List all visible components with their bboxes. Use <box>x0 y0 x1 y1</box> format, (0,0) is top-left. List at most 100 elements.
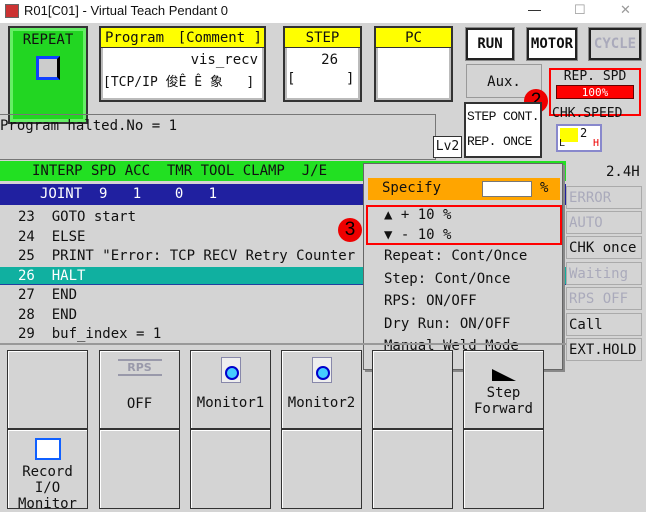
step-bracket: [ ] <box>287 71 355 87</box>
code-line[interactable]: 27 END <box>18 287 77 303</box>
step-cont-label: STEP CONT. <box>467 109 540 124</box>
annotation-3: 3 <box>338 218 362 242</box>
menu-item-plus-10[interactable]: ▲ + 10 % <box>384 207 451 223</box>
message-area: Program halted.No = 1 <box>0 114 436 160</box>
code-line[interactable]: 28 END <box>18 307 77 323</box>
step-header: STEP <box>285 28 360 48</box>
program-comment: [TCP/IP 俊Ê Ê 象 ] <box>103 75 255 90</box>
program-name: vis_recv <box>190 52 258 68</box>
speed-popup-menu[interactable]: Specify % ▲ + 10 % ▼ - 10 % Repeat: Cont… <box>363 163 563 370</box>
specify-input[interactable] <box>482 181 532 197</box>
record-monitor-icon <box>34 438 61 460</box>
step-forward-label-1: Step <box>486 385 521 401</box>
program-panel[interactable]: Program [Comment ] vis_recv [TCP/IP 俊Ê Ê… <box>99 26 266 102</box>
chk-speed-high: H <box>592 138 599 149</box>
specify-row[interactable]: Specify % <box>368 178 560 200</box>
function-key-blank-6[interactable] <box>372 429 453 509</box>
menu-item[interactable]: Repeat: Cont/Once <box>384 248 527 264</box>
step-forward-button[interactable]: Step Forward <box>463 350 544 429</box>
line-text: buf_index = 1 <box>51 326 162 342</box>
specify-label: Specify <box>382 180 442 196</box>
repeat-icon <box>36 56 60 80</box>
menu-item[interactable]: RPS: ON/OFF <box>384 293 477 309</box>
pc-header: PC <box>376 28 451 48</box>
code-line[interactable]: 25 PRINT "Error: TCP RECV Retry Counter … <box>18 248 380 264</box>
app-icon <box>5 4 19 18</box>
status-button-ext-hold[interactable]: EXT.HOLD <box>566 338 642 361</box>
specify-unit: % <box>540 180 549 196</box>
code-line[interactable]: 26 HALT <box>18 268 85 284</box>
step-forward-icon <box>491 369 516 381</box>
function-key-blank-4[interactable] <box>190 429 271 509</box>
step-value: 26 <box>321 52 338 68</box>
status-button-error[interactable]: ERROR <box>566 186 642 209</box>
line-number: 24 <box>18 228 35 245</box>
line-text: GOTO start <box>51 209 137 225</box>
record-io-monitor-button[interactable]: Record I/O Monitor <box>7 429 88 512</box>
code-line[interactable]: 24 ELSE <box>18 229 85 245</box>
rps-icon: RPS <box>117 359 162 376</box>
step-forward-label-2: Forward <box>473 401 533 417</box>
motor-button[interactable]: MOTOR <box>526 27 578 61</box>
minimize-button[interactable]: — <box>528 2 541 17</box>
rep-once-label: REP. ONCE <box>467 134 532 149</box>
monitor1-button[interactable]: Monitor1 <box>190 350 271 429</box>
rep-spd-value: 100% <box>556 85 634 99</box>
rps-off-button[interactable]: RPS OFF <box>99 350 180 429</box>
line-number: 29 <box>18 326 35 342</box>
close-button[interactable]: ✕ <box>620 2 631 18</box>
monitor1-label: Monitor1 <box>196 395 265 411</box>
pc-panel[interactable]: PC <box>374 26 453 102</box>
divider-bottom <box>0 343 566 345</box>
line-number: 28 <box>18 306 35 323</box>
message-text: Program halted.No = 1 <box>0 118 178 134</box>
status-button-auto[interactable]: AUTO <box>566 211 642 234</box>
line-text: END <box>51 306 78 323</box>
window-title: R01[C01] - Virtual Teach Pendant 0 <box>24 3 229 18</box>
status-button-rps-off[interactable]: RPS OFF <box>566 287 642 310</box>
function-key-blank-3[interactable] <box>99 429 180 509</box>
repeat-mode-button[interactable]: REPEAT <box>8 26 88 124</box>
rps-label: OFF <box>126 396 153 412</box>
status-button-waiting[interactable]: Waiting <box>566 262 642 285</box>
code-line[interactable]: 23 GOTO start <box>18 209 136 225</box>
mode-label: REPEAT <box>22 32 74 48</box>
step-panel[interactable]: STEP 26 [ ] <box>283 26 362 102</box>
status-button-chk-once[interactable]: CHK once <box>566 236 642 259</box>
line-text: ELSE <box>51 228 86 245</box>
cycle-time: 2.4H <box>606 164 640 180</box>
monitor-icon <box>220 357 241 383</box>
line-text: END <box>51 287 78 303</box>
record-label-2: Monitor <box>17 496 77 512</box>
chk-speed-low: L <box>559 138 566 149</box>
step-cont-button[interactable]: STEP CONT. REP. ONCE <box>464 102 542 158</box>
status-button-call-mm-c[interactable]: Call mm_c <box>566 313 642 355</box>
run-button[interactable]: RUN <box>465 27 515 61</box>
maximize-button[interactable]: ☐ <box>574 2 586 18</box>
line-text: PRINT "Error: TCP RECV Retry Counter Ex <box>51 248 381 264</box>
level-indicator: Lv2 <box>433 136 462 158</box>
chk-speed-gauge[interactable]: 2 L H <box>556 124 602 152</box>
cycle-button[interactable]: CYCLE <box>588 27 642 61</box>
title-bar: R01[C01] - Virtual Teach Pendant 0 — ☐ ✕ <box>0 0 646 23</box>
monitor2-button[interactable]: Monitor2 <box>281 350 362 429</box>
function-key-blank-1[interactable] <box>7 350 88 429</box>
menu-item-minus-10[interactable]: ▼ - 10 % <box>384 227 451 243</box>
program-header: Program <box>105 30 165 46</box>
record-label-1: Record I/O <box>22 464 73 496</box>
line-text: HALT <box>51 267 86 284</box>
menu-item[interactable]: Dry Run: ON/OFF <box>384 316 510 332</box>
line-number: 27 <box>18 287 35 303</box>
line-number: 23 <box>18 209 35 225</box>
function-key-blank-2[interactable] <box>372 350 453 429</box>
menu-item[interactable]: Step: Cont/Once <box>384 271 510 287</box>
code-line[interactable]: 29 buf_index = 1 <box>18 326 161 342</box>
function-key-blank-5[interactable] <box>281 429 362 509</box>
chk-speed-label: CHK.SPEED <box>552 106 623 121</box>
comment-header: [Comment ] <box>177 30 262 46</box>
monitor2-label: Monitor2 <box>287 395 356 411</box>
monitor-icon <box>311 357 332 383</box>
function-key-blank-7[interactable] <box>463 429 544 509</box>
line-number: 26 <box>18 267 35 284</box>
line-number: 25 <box>18 248 35 264</box>
